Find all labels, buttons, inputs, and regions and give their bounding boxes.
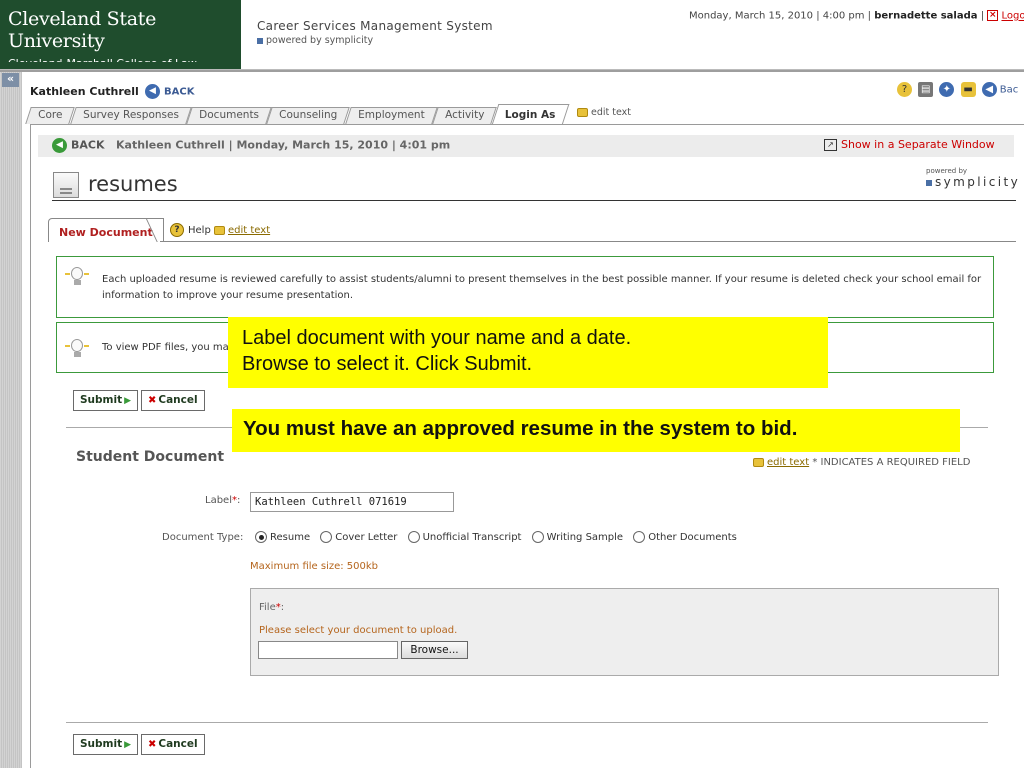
radio-icon[interactable] [531,531,544,543]
radio-resume[interactable]: Resume [255,531,310,543]
arrow-right-icon: ▶ [124,740,132,750]
back-button-inner[interactable]: ◀ BACK Kathleen Cuthrell | Monday, March … [52,138,450,153]
instruction-line-2: Browse to select it. Click Submit. [242,353,533,375]
radio-unofficial-transcript[interactable]: Unofficial Transcript [407,531,521,543]
student-name: Kathleen Cuthrell [30,85,139,98]
tab-core[interactable]: Core [25,107,76,124]
symplicity-square-icon [926,180,932,186]
title-divider [52,200,1016,201]
help-icon[interactable]: ? [170,223,184,237]
symplicity-wordmark: symplicity [935,175,1021,189]
file-help-text: Please select your document to upload. [259,625,458,636]
arrow-right-icon: ▶ [124,396,132,406]
collapse-sidebar-icon[interactable]: « [2,73,19,87]
accessibility-icon[interactable]: ✦ [939,82,955,97]
header-separator: | [980,10,985,22]
file-path-input[interactable] [258,641,398,659]
header-divider [0,69,1024,72]
lightbulb-icon [65,265,89,287]
system-title: Career Services Management System [257,19,493,33]
toolbar-icons: ? ▤ ✦ ▬ ◀ Bac [897,82,1018,97]
radio-writing-sample[interactable]: Writing Sample [531,531,623,543]
required-field-note: edit text * INDICATES A REQUIRED FIELD [753,457,970,468]
header-datetime: Monday, March 15, 2010 | 4:00 pm | [689,10,872,22]
subtab-divider [160,241,1016,242]
radio-selected-icon[interactable] [255,531,267,543]
close-icon: ✖ [148,739,157,750]
session-info: Monday, March 15, 2010 | 4:00 pm | berna… [689,10,1024,22]
university-name: Cleveland State University [8,8,157,52]
document-icon [53,172,79,198]
help-icon[interactable]: ? [897,82,912,97]
document-type-label: Document Type: [162,532,244,543]
cancel-button-top[interactable]: ✖ Cancel [141,390,205,411]
left-collapse-strip [0,72,22,768]
note-icon [577,108,588,117]
logout-link[interactable]: Logo [1001,11,1024,22]
back-arrow-icon: ◀ [145,84,160,99]
logout-icon[interactable]: × [987,10,999,21]
submit-button-bottom[interactable]: Submit ▶ [73,734,139,755]
instruction-callout: Label document with your name and a date… [228,317,828,388]
radio-cover-letter[interactable]: Cover Letter [320,531,397,543]
tab-activity[interactable]: Activity [432,107,498,124]
tab-employment[interactable]: Employment [345,107,438,124]
back-button-top[interactable]: ◀ BACK [145,84,194,99]
tab-survey-responses[interactable]: Survey Responses [70,107,192,124]
form-bottom-divider [66,722,988,723]
tab-login-as[interactable]: Login As [491,104,569,125]
label-input[interactable] [250,492,454,512]
info-text-review: Each uploaded resume is reviewed careful… [102,274,982,301]
info-text-pdf: To view PDF files, you ma [102,342,229,353]
note-icon [753,457,764,467]
document-type-options: Resume Cover Letter Unofficial Transcrip… [255,531,744,543]
form-section-title: Student Document [76,449,225,465]
symplicity-square-icon [257,37,263,44]
cancel-button-bottom[interactable]: ✖ Cancel [141,734,205,755]
tabs-edit-text[interactable]: edit text [577,107,631,118]
help-row: ? Help edit text [170,223,270,237]
edit-text-link[interactable]: edit text [228,225,270,236]
powered-by-header: powered by symplicity [257,35,373,46]
record-tabs: Core Survey Responses Documents Counseli… [25,104,569,125]
page-title: resumes [88,172,178,196]
radio-icon[interactable] [320,531,333,543]
file-field-label: File*: [259,602,285,613]
radio-icon[interactable] [407,531,420,543]
print-icon[interactable]: ▤ [918,82,934,97]
submit-button-top[interactable]: Submit ▶ [73,390,139,411]
close-icon: ✖ [148,395,157,406]
header-user: bernadette salada [874,10,978,22]
comment-icon[interactable]: ▬ [960,82,976,97]
back-arrow-icon[interactable]: ◀ [981,82,997,97]
back-arrow-icon: ◀ [52,138,67,153]
powered-by-label: powered by [926,167,968,175]
note-icon [214,225,225,235]
tab-counseling[interactable]: Counseling [266,107,351,124]
edit-text-link-form[interactable]: edit text [767,457,809,468]
approval-callout: You must have an approved resume in the … [232,409,960,452]
help-link[interactable]: Help [188,225,211,236]
back-link-right[interactable]: Bac [1000,85,1019,96]
browse-button[interactable]: Browse... [401,641,468,659]
lightbulb-icon [65,337,89,359]
tab-documents[interactable]: Documents [186,107,272,124]
inner-info-text: Kathleen Cuthrell | Monday, March 15, 20… [116,138,451,152]
external-window-icon: ↗ [824,139,837,151]
radio-other-documents[interactable]: Other Documents [633,531,737,543]
university-logo: Cleveland State University Cleveland-Mar… [0,0,241,70]
label-field-label: Label*: [205,495,241,506]
radio-icon[interactable] [633,531,646,543]
separate-window-link[interactable]: ↗ Show in a Separate Window [824,138,995,151]
max-file-size-note: Maximum file size: 500kb [250,561,379,572]
symplicity-logo: powered by symplicity [926,167,1020,189]
instruction-line-1: Label document with your name and a date… [242,327,632,349]
